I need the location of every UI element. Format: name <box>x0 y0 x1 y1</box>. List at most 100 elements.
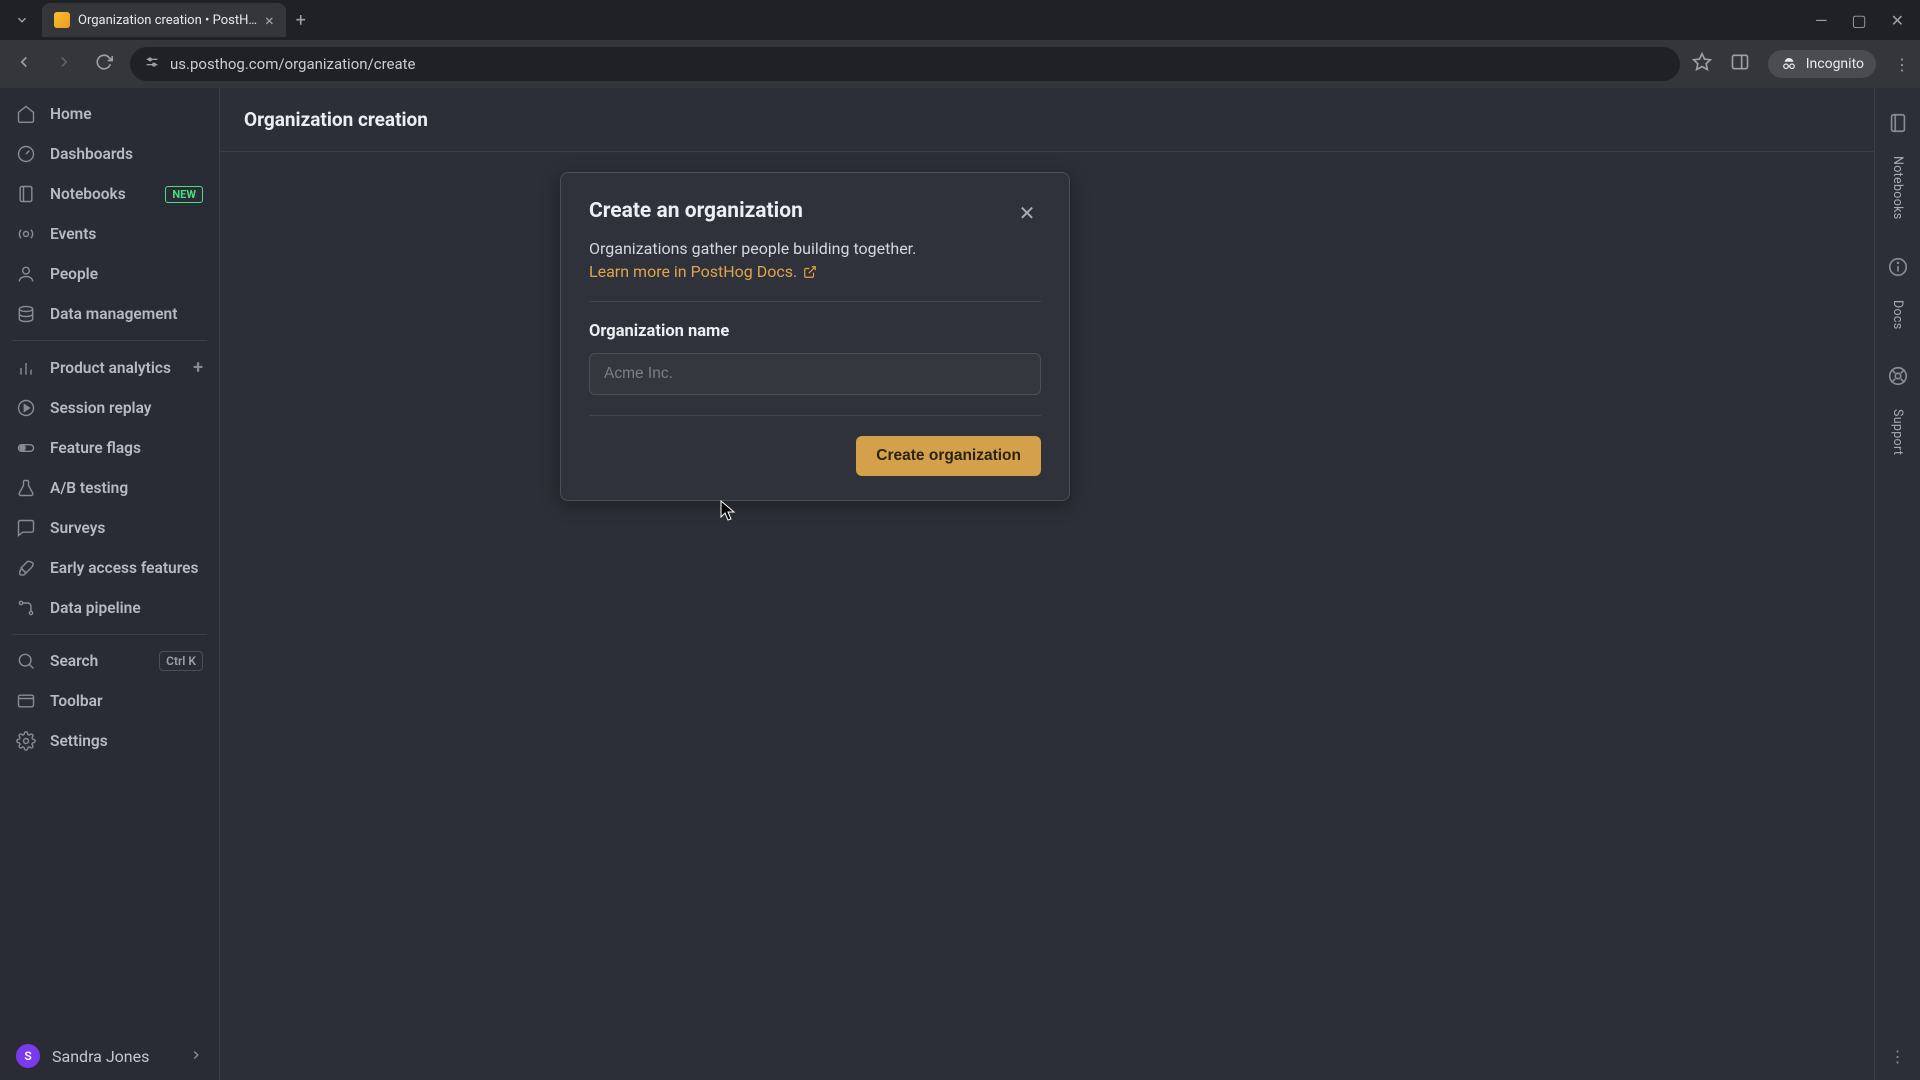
sidebar-item-session-replay[interactable]: Session replay <box>0 388 219 428</box>
card-description: Organizations gather people building tog… <box>589 239 1041 258</box>
rail-notebooks[interactable]: Notebooks <box>1890 156 1905 220</box>
tab-title: Organization creation • PostH… <box>78 13 257 28</box>
notebook-icon <box>16 184 36 204</box>
sidebar-item-product-analytics[interactable]: Product analytics + <box>0 347 219 388</box>
sidebar-item-label: Early access features <box>50 559 198 577</box>
main-content: Organization creation Create an organiza… <box>220 88 1874 1080</box>
tab-close-button[interactable]: × <box>265 11 274 30</box>
sidebar-item-label: Surveys <box>50 519 105 537</box>
tab-bar: Organization creation • PostH… × + — ▢ ✕ <box>0 0 1920 40</box>
sidebar-item-notebooks[interactable]: Notebooks NEW <box>0 174 219 214</box>
chevron-right-icon <box>189 1047 203 1066</box>
toggle-icon <box>16 438 36 458</box>
favicon-icon <box>54 12 70 28</box>
site-settings-icon[interactable] <box>144 54 160 74</box>
window-controls: — ▢ ✕ <box>1815 11 1920 30</box>
sidebar-item-events[interactable]: Events <box>0 214 219 254</box>
address-bar: us.posthog.com/organization/create Incog… <box>0 40 1920 88</box>
divider <box>589 301 1041 302</box>
sidebar-item-label: Data pipeline <box>50 599 141 617</box>
sidebar-item-feature-flags[interactable]: Feature flags <box>0 428 219 468</box>
org-name-label: Organization name <box>589 322 1041 341</box>
rail-more-button[interactable]: ⋮ <box>1890 1047 1906 1066</box>
divider <box>589 415 1041 416</box>
flask-icon <box>16 478 36 498</box>
sidebar-item-label: Session replay <box>50 399 151 417</box>
gauge-icon <box>16 144 36 164</box>
rail-support[interactable]: Support <box>1890 409 1905 455</box>
mouse-cursor <box>720 500 736 526</box>
sidebar-divider <box>12 340 207 341</box>
close-card-button[interactable]: ✕ <box>1013 199 1041 227</box>
sidebar-divider <box>12 634 207 635</box>
forward-button[interactable] <box>50 53 78 76</box>
database-icon <box>16 304 36 324</box>
pipeline-icon <box>16 598 36 618</box>
reload-button[interactable] <box>90 53 118 76</box>
gear-icon <box>16 731 36 751</box>
sidebar-item-label: Search <box>50 652 98 670</box>
sidebar-item-early-access[interactable]: Early access features <box>0 548 219 588</box>
rocket-icon <box>16 558 36 578</box>
sidebar-item-label: Product analytics <box>50 359 171 377</box>
bookmark-button[interactable] <box>1692 52 1712 76</box>
card-title: Create an organization <box>589 199 803 223</box>
browser-menu-button[interactable]: ⋮ <box>1894 55 1910 74</box>
sidebar-item-ab-testing[interactable]: A/B testing <box>0 468 219 508</box>
create-organization-button[interactable]: Create organization <box>856 436 1041 476</box>
sidebar-item-people[interactable]: People <box>0 254 219 294</box>
incognito-badge[interactable]: Incognito <box>1768 50 1876 78</box>
new-tab-button[interactable]: + <box>296 10 306 31</box>
incognito-label: Incognito <box>1806 56 1864 72</box>
url-field[interactable]: us.posthog.com/organization/create <box>130 47 1680 81</box>
sidebar: Home Dashboards Notebooks NEW Events Peo… <box>0 88 220 1080</box>
bar-chart-icon <box>16 358 36 378</box>
sidebar-item-label: People <box>50 265 98 283</box>
side-panel-button[interactable] <box>1730 52 1750 76</box>
sidebar-item-label: A/B testing <box>50 479 128 497</box>
docs-link-text: Learn more in PostHog Docs. <box>589 262 797 281</box>
user-menu[interactable]: S Sandra Jones <box>0 1032 219 1080</box>
sidebar-item-label: Events <box>50 225 96 243</box>
sidebar-item-surveys[interactable]: Surveys <box>0 508 219 548</box>
events-icon <box>16 224 36 244</box>
sidebar-item-data-pipeline[interactable]: Data pipeline <box>0 588 219 628</box>
docs-link[interactable]: Learn more in PostHog Docs. <box>589 262 817 281</box>
external-link-icon <box>803 265 817 279</box>
sidebar-item-label: Dashboards <box>50 145 133 163</box>
new-badge: NEW <box>165 186 203 203</box>
add-insight-button[interactable]: + <box>193 357 203 378</box>
sidebar-item-data-management[interactable]: Data management <box>0 294 219 334</box>
notebook-panel-icon[interactable] <box>1887 112 1909 134</box>
close-window-button[interactable]: ✕ <box>1891 11 1904 30</box>
browser-tab[interactable]: Organization creation • PostH… × <box>42 3 286 37</box>
sidebar-item-label: Notebooks <box>50 185 126 203</box>
maximize-button[interactable]: ▢ <box>1851 11 1866 30</box>
people-icon <box>16 264 36 284</box>
right-rail: Notebooks Docs Support ⋮ <box>1874 88 1920 1080</box>
sidebar-item-label: Settings <box>50 732 108 750</box>
sidebar-item-home[interactable]: Home <box>0 94 219 134</box>
minimize-button[interactable]: — <box>1815 11 1828 30</box>
sidebar-item-dashboards[interactable]: Dashboards <box>0 134 219 174</box>
sidebar-item-label: Feature flags <box>50 439 141 457</box>
org-name-input[interactable] <box>589 353 1041 395</box>
toolbar-icon <box>16 691 36 711</box>
sidebar-item-label: Data management <box>50 305 177 323</box>
sidebar-item-label: Toolbar <box>50 692 103 710</box>
page-title: Organization creation <box>220 88 1874 152</box>
search-shortcut: Ctrl K <box>159 651 203 671</box>
user-name: Sandra Jones <box>52 1047 149 1066</box>
info-icon[interactable] <box>1887 256 1909 278</box>
sidebar-item-toolbar[interactable]: Toolbar <box>0 681 219 721</box>
chat-icon <box>16 518 36 538</box>
sidebar-item-settings[interactable]: Settings <box>0 721 219 761</box>
sidebar-item-label: Home <box>50 105 92 123</box>
rail-docs[interactable]: Docs <box>1890 300 1905 330</box>
tab-search-dropdown[interactable] <box>8 6 36 34</box>
back-button[interactable] <box>10 53 38 76</box>
sidebar-item-search[interactable]: Search Ctrl K <box>0 641 219 681</box>
avatar: S <box>16 1044 40 1068</box>
support-icon[interactable] <box>1887 365 1909 387</box>
create-organization-card: Create an organization ✕ Organizations g… <box>560 172 1070 501</box>
